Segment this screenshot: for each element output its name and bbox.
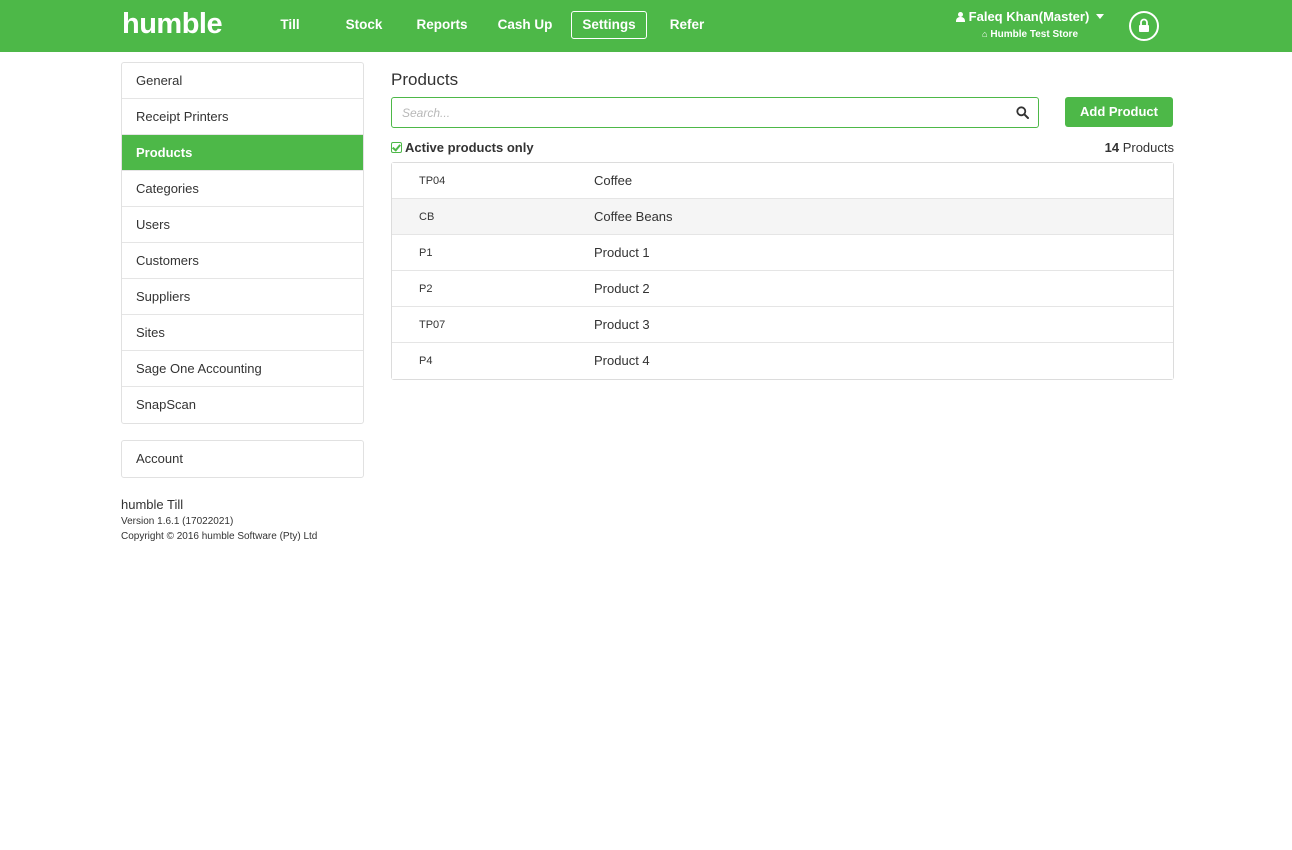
product-code: P1 xyxy=(419,247,433,259)
product-name: Product 1 xyxy=(594,245,650,260)
nav-till[interactable]: Till xyxy=(272,11,308,39)
product-name: Product 3 xyxy=(594,317,650,332)
sidebar-item-categories[interactable]: Categories xyxy=(122,171,363,207)
product-name: Product 4 xyxy=(594,353,650,368)
page-title: Products xyxy=(391,70,459,89)
add-product-button[interactable]: Add Product xyxy=(1065,97,1173,127)
product-code: P4 xyxy=(419,355,433,367)
product-name: Coffee xyxy=(594,173,633,188)
sidebar-item-users[interactable]: Users xyxy=(122,207,363,243)
search-box xyxy=(391,97,1039,128)
search-icon[interactable] xyxy=(1016,106,1029,119)
product-name: Product 2 xyxy=(594,281,650,296)
sidebar-item-general[interactable]: General xyxy=(122,63,363,99)
filter-row: Active products only 14 Products xyxy=(391,140,1174,162)
product-code: P2 xyxy=(419,283,433,295)
user-icon xyxy=(955,12,965,22)
user-name: Faleq Khan(Master) xyxy=(968,9,1090,24)
nav-stock[interactable]: Stock xyxy=(342,11,386,39)
user-dropdown[interactable]: Faleq Khan(Master) xyxy=(940,8,1120,26)
user-menu[interactable]: Faleq Khan(Master) ⌂ Humble Test Store xyxy=(940,8,1120,42)
app-version: Version 1.6.1 (17022021) xyxy=(121,516,234,527)
nav-settings[interactable]: Settings xyxy=(571,11,647,39)
product-row[interactable]: TP04 Coffee xyxy=(392,163,1173,199)
product-row[interactable]: P1 Product 1 xyxy=(392,235,1173,271)
nav-refer[interactable]: Refer xyxy=(666,11,708,39)
account-menu: Account xyxy=(121,440,364,478)
humble-logo[interactable]: humble xyxy=(122,8,223,41)
product-code: CB xyxy=(419,211,435,223)
home-icon: ⌂ xyxy=(981,29,988,39)
active-products-filter[interactable]: Active products only xyxy=(391,140,534,155)
products-panel: Products Add Product Active products onl… xyxy=(391,62,1174,380)
app-name: humble Till xyxy=(121,497,184,512)
app-copyright: Copyright © 2016 humble Software (Pty) L… xyxy=(121,531,318,542)
product-row[interactable]: P2 Product 2 xyxy=(392,271,1173,307)
product-code: TP07 xyxy=(419,319,446,331)
sidebar-item-customers[interactable]: Customers xyxy=(122,243,363,279)
product-name: Coffee Beans xyxy=(594,209,673,224)
lock-button[interactable] xyxy=(1129,11,1159,41)
sidebar-item-sage-one-accounting[interactable]: Sage One Accounting xyxy=(122,351,363,387)
sidebar-item-account[interactable]: Account xyxy=(122,441,363,477)
sidebar-item-suppliers[interactable]: Suppliers xyxy=(122,279,363,315)
search-row: Add Product xyxy=(391,97,1174,128)
checkbox-checked-icon[interactable] xyxy=(391,142,402,153)
top-navigation-bar: humble Till Stock Reports Cash Up Settin… xyxy=(0,0,1292,52)
sidebar-item-receipt-printers[interactable]: Receipt Printers xyxy=(122,99,363,135)
product-code: TP04 xyxy=(419,175,446,187)
active-products-label: Active products only xyxy=(405,140,534,155)
sidebar-item-snapscan[interactable]: SnapScan xyxy=(122,387,363,423)
settings-sidebar: General Receipt Printers Products Catego… xyxy=(121,62,364,544)
caret-down-icon xyxy=(1096,14,1105,19)
store-name-row: ⌂ Humble Test Store xyxy=(940,26,1120,42)
nav-cash-up[interactable]: Cash Up xyxy=(495,11,555,39)
product-count-number: 14 xyxy=(1104,140,1120,155)
products-list: TP04 Coffee CB Coffee Beans P1 Product 1… xyxy=(391,162,1174,380)
product-count: 14 Products xyxy=(1105,140,1174,155)
nav-reports[interactable]: Reports xyxy=(414,11,470,39)
product-count-label: Products xyxy=(1122,140,1174,155)
store-name: Humble Test Store xyxy=(990,29,1079,40)
sidebar-item-sites[interactable]: Sites xyxy=(122,315,363,351)
product-row[interactable]: P4 Product 4 xyxy=(392,343,1173,379)
settings-menu: General Receipt Printers Products Catego… xyxy=(121,62,364,424)
product-row[interactable]: CB Coffee Beans xyxy=(392,199,1173,235)
search-input[interactable] xyxy=(402,98,1002,127)
product-row[interactable]: TP07 Product 3 xyxy=(392,307,1173,343)
app-info: humble Till Version 1.6.1 (17022021) Cop… xyxy=(121,496,364,544)
lock-icon xyxy=(1139,18,1149,32)
sidebar-item-products[interactable]: Products xyxy=(122,135,363,171)
